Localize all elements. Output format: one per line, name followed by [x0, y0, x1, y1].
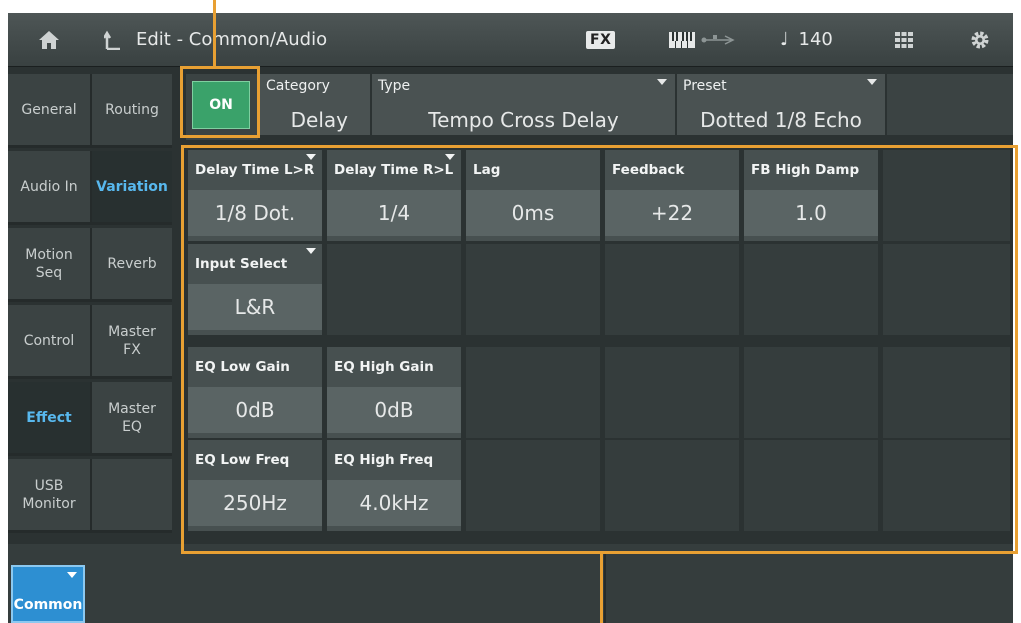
category-value: Delay [290, 108, 348, 132]
tempo-value: 140 [798, 29, 833, 50]
nav-routing[interactable]: Routing [90, 74, 172, 148]
home-icon[interactable] [38, 13, 60, 66]
top-bar: Edit - Common/Audio FX ♩ 140 [8, 13, 1013, 67]
type-value: Tempo Cross Delay [428, 108, 619, 132]
category-label: Category [266, 78, 330, 94]
nav-master-eq[interactable]: Master EQ [90, 382, 172, 456]
preset-field[interactable]: Preset Dotted 1/8 Echo [677, 74, 885, 135]
nav-variation[interactable]: Variation [90, 151, 172, 225]
tab-dropdown-icon [67, 572, 77, 578]
nav-master-fx[interactable]: Master FX [90, 305, 172, 379]
fx-status: FX [586, 13, 616, 66]
nav-empty [90, 459, 172, 533]
back-arrow-icon[interactable] [104, 13, 122, 66]
tempo-display[interactable]: ♩ 140 [780, 13, 833, 66]
nav-reverb[interactable]: Reverb [90, 228, 172, 302]
nav-general[interactable]: General [8, 74, 90, 148]
nav-control[interactable]: Control [8, 305, 90, 379]
common-tab[interactable]: Common [11, 565, 85, 623]
callout-box-parameters [181, 145, 1018, 554]
preset-dropdown-icon [867, 79, 877, 85]
nav-usb-monitor[interactable]: USB Monitor [8, 459, 90, 533]
callout-box-switch [180, 66, 260, 138]
category-field[interactable]: Category Delay [260, 74, 370, 135]
nav-motion-seq[interactable]: Motion Seq [8, 228, 90, 302]
header-empty [887, 74, 1013, 135]
type-field[interactable]: Type Tempo Cross Delay [372, 74, 675, 135]
gear-icon[interactable] [970, 13, 990, 66]
nav-audio-in[interactable]: Audio In [8, 151, 90, 225]
fx-badge: FX [586, 30, 616, 49]
preset-value: Dotted 1/8 Echo [700, 108, 862, 132]
keyboard-icon [669, 13, 695, 66]
note-icon: ♩ [780, 29, 789, 50]
common-tab-label: Common [13, 597, 83, 613]
preset-label: Preset [683, 78, 727, 94]
bottom-divider [604, 551, 606, 623]
callout-line-top [213, 0, 216, 67]
callout-line-bottom [600, 553, 603, 623]
nav-effect[interactable]: Effect [8, 382, 90, 456]
bottom-bar [8, 544, 1013, 623]
usb-icon [701, 13, 735, 66]
page-title: Edit - Common/Audio [136, 29, 328, 50]
type-label: Type [378, 78, 411, 94]
type-dropdown-icon [657, 79, 667, 85]
grid-icon[interactable] [895, 13, 913, 66]
